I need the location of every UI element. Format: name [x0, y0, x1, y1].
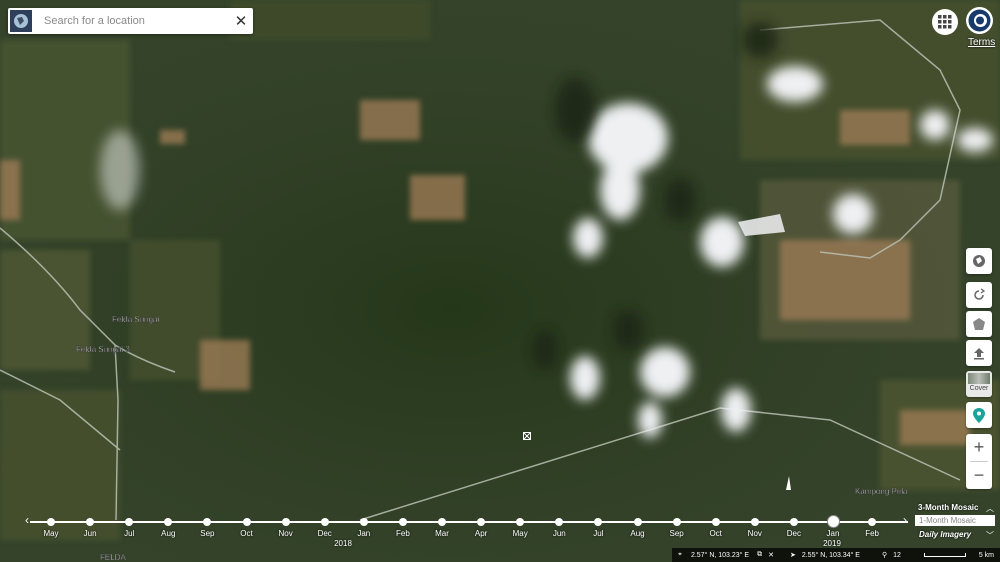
- upload-icon: [974, 348, 984, 360]
- place-label: Felda Sungai 3: [76, 345, 130, 354]
- daily-imagery-option[interactable]: Daily Imagery: [919, 530, 971, 539]
- timeline-tick[interactable]: [633, 518, 642, 526]
- month-label[interactable]: Jun: [553, 529, 566, 538]
- globe-icon: [973, 255, 985, 267]
- month-label[interactable]: Jul: [593, 529, 603, 538]
- terms-link[interactable]: Terms: [968, 37, 995, 48]
- scale-bar: [924, 553, 966, 557]
- search-input[interactable]: [34, 15, 229, 27]
- month-label[interactable]: Feb: [396, 529, 410, 538]
- timeline-tick[interactable]: [281, 518, 290, 526]
- month-label[interactable]: Dec: [318, 529, 332, 538]
- month-label[interactable]: Oct: [709, 529, 721, 538]
- timeline-tick[interactable]: [826, 515, 840, 528]
- timeline-tick[interactable]: [477, 518, 486, 526]
- timeline-tick[interactable]: [164, 518, 173, 526]
- timeline-tick[interactable]: [359, 518, 368, 526]
- zoom-controls: + −: [966, 434, 992, 489]
- logo-icon: [968, 9, 991, 32]
- cursor-arrow-icon: ➤: [789, 552, 796, 559]
- timeline-next-icon[interactable]: ›: [903, 513, 907, 527]
- timeline-tick[interactable]: [594, 518, 603, 526]
- month-label[interactable]: Feb: [865, 529, 879, 538]
- timeline-track[interactable]: [30, 521, 908, 523]
- scale-label: 5 km: [978, 551, 994, 559]
- close-icon[interactable]: ✕: [229, 12, 253, 30]
- month-label[interactable]: Jul: [124, 529, 134, 538]
- zoom-level: 12: [893, 551, 901, 559]
- timeline-tick[interactable]: [789, 518, 798, 526]
- close-icon[interactable]: ✕: [768, 551, 774, 559]
- timeline-tick[interactable]: [438, 518, 446, 526]
- timeline-tick[interactable]: [516, 518, 525, 526]
- cover-label: Cover: [969, 385, 989, 392]
- map-pin-icon: [973, 407, 985, 423]
- center-coordinates: 2.57° N, 103.23° E: [690, 551, 750, 559]
- logo[interactable]: [966, 7, 993, 34]
- globe-icon: [8, 8, 34, 34]
- month-label[interactable]: Jun: [84, 529, 97, 538]
- rotate-icon: [974, 288, 986, 300]
- month-label[interactable]: Nov: [748, 529, 762, 538]
- polygon-icon: [973, 318, 985, 330]
- one-month-mosaic-option[interactable]: 1-Month Mosaic: [915, 515, 995, 526]
- timeline-tick[interactable]: [555, 518, 564, 526]
- month-label[interactable]: May: [43, 529, 58, 538]
- search-icon: ⚲: [881, 552, 888, 559]
- cursor-coordinates: 2.55° N, 103.34° E: [801, 551, 860, 559]
- zoom-out-button[interactable]: −: [966, 462, 992, 489]
- year-label: 2018: [334, 539, 352, 548]
- timeline-tick[interactable]: [750, 518, 759, 526]
- timeline-tick[interactable]: [711, 518, 720, 526]
- timeline: ‹ May Jun Jul Aug Sep Oct Nov Dec Jan Feb Mar Apr Ma…: [0, 512, 910, 548]
- timeline-tick[interactable]: [86, 518, 95, 526]
- month-label[interactable]: May: [513, 529, 528, 538]
- chevron-up-icon[interactable]: ︿: [986, 503, 994, 514]
- month-label[interactable]: Nov: [278, 529, 292, 538]
- place-label: FELDA: [100, 553, 126, 562]
- satellite-imagery: Felda Sungai Felda Sungai 3 Kampong Pela…: [0, 0, 1000, 562]
- upload-button[interactable]: [966, 340, 992, 366]
- month-label[interactable]: Oct: [240, 529, 252, 538]
- place-label: Felda Sungai: [112, 315, 159, 324]
- month-label[interactable]: Aug: [630, 529, 644, 538]
- timeline-tick[interactable]: [242, 518, 251, 526]
- month-label[interactable]: Aug: [161, 529, 175, 538]
- timeline-tick[interactable]: [203, 518, 212, 526]
- three-month-mosaic-option[interactable]: 3-Month Mosaic: [918, 503, 978, 512]
- draw-polygon-button[interactable]: [966, 311, 992, 337]
- satellite-map[interactable]: Felda Sungai Felda Sungai 3 Kampong Pela…: [0, 0, 1000, 562]
- apps-button[interactable]: [932, 9, 958, 35]
- timeline-tick[interactable]: [47, 518, 55, 526]
- basemap-button[interactable]: [966, 248, 992, 274]
- month-label[interactable]: Sep: [669, 529, 683, 538]
- imagery-type-selector: 3-Month Mosaic ︿ 1-Month Mosaic Daily Im…: [912, 503, 996, 545]
- month-label[interactable]: Apr: [475, 529, 487, 538]
- timeline-tick[interactable]: [125, 518, 134, 526]
- month-label[interactable]: Jan: [827, 529, 840, 538]
- crosshair-icon: ⌖: [678, 551, 682, 558]
- chevron-down-icon[interactable]: ﹀: [986, 530, 994, 541]
- timeline-tick[interactable]: [320, 518, 329, 526]
- rotate-button[interactable]: [966, 282, 992, 308]
- month-label[interactable]: Mar: [435, 529, 449, 538]
- zoom-in-button[interactable]: +: [966, 434, 992, 461]
- search-bar: ✕: [8, 8, 253, 34]
- timeline-tick[interactable]: [672, 518, 681, 526]
- month-label[interactable]: Sep: [200, 529, 214, 538]
- cloud-cover-button[interactable]: Cover: [966, 371, 992, 397]
- month-label[interactable]: Dec: [787, 529, 801, 538]
- year-label: 2019: [823, 539, 841, 548]
- cover-thumbnail: [968, 373, 990, 384]
- timeline-tick[interactable]: [868, 518, 877, 526]
- timeline-tick[interactable]: [398, 518, 407, 526]
- month-label[interactable]: Jan: [357, 529, 370, 538]
- timeline-prev-icon[interactable]: ‹: [25, 513, 29, 527]
- location-button[interactable]: [966, 402, 992, 428]
- grid-icon: [938, 15, 952, 29]
- place-label: Kampong Pela: [855, 487, 908, 496]
- copy-icon[interactable]: ⧉: [757, 551, 762, 559]
